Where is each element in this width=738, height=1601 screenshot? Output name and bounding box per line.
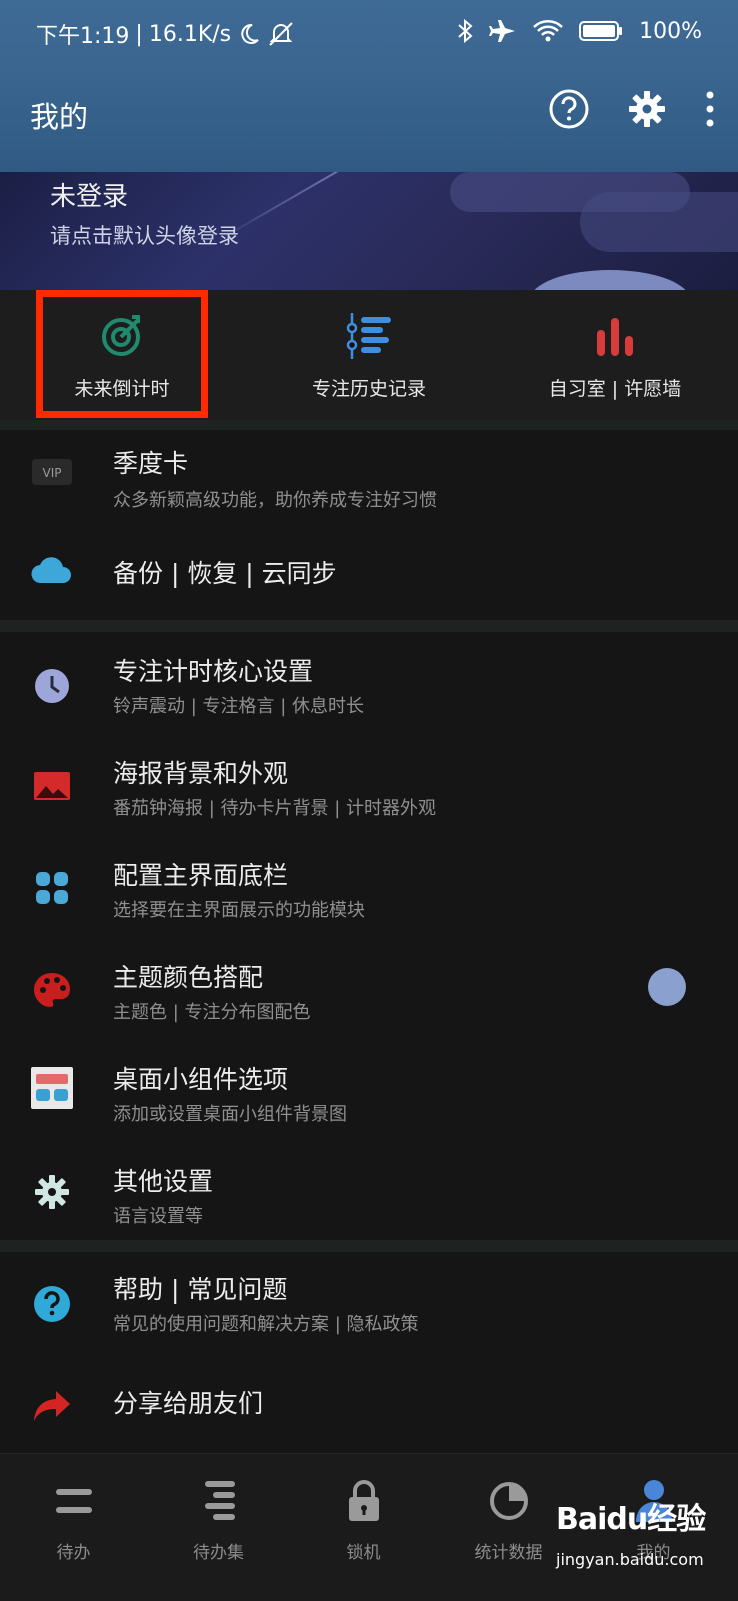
list-item-subtitle: 众多新颖高级功能，助你养成专注好习惯 — [113, 490, 437, 511]
palette-icon — [30, 968, 74, 1012]
clock-icon — [30, 664, 74, 708]
theme-color-swatch[interactable] — [648, 968, 686, 1006]
page-title: 我的 — [30, 100, 89, 134]
list-item-subtitle: 语言设置等 — [113, 1206, 203, 1227]
settings-gear-icon[interactable] — [626, 88, 668, 130]
tab-label: 统计数据 — [474, 1543, 543, 1563]
status-separator: | — [135, 21, 143, 47]
wifi-icon — [533, 20, 563, 42]
section-divider — [0, 1240, 738, 1252]
battery-icon — [579, 21, 623, 41]
list-item-title: 桌面小组件选项 — [113, 1065, 289, 1094]
list-item-desktop-widget[interactable]: 桌面小组件选项 添加或设置桌面小组件背景图 — [0, 1042, 738, 1144]
app-bar-actions — [548, 88, 716, 130]
grid-icon — [30, 866, 74, 910]
tab-lock[interactable]: 锁机 — [290, 1454, 437, 1601]
gear-icon — [30, 1170, 74, 1214]
todo-icon — [55, 1489, 92, 1513]
banner-shooting-star — [212, 172, 388, 244]
list-item-help[interactable]: 帮助 | 常见问题 常见的使用问题和解决方案 | 隐私政策 — [0, 1252, 738, 1354]
list-item-subtitle: 常见的使用问题和解决方案 | 隐私政策 — [113, 1314, 419, 1335]
quick-action-study-room[interactable]: 自习室 | 许愿墙 — [522, 290, 708, 420]
list-item-subtitle: 铃声震动 | 专注格言 | 休息时长 — [113, 696, 365, 717]
list-item-bottom-bar-config[interactable]: 配置主界面底栏 选择要在主界面展示的功能模块 — [0, 838, 738, 940]
share-icon — [30, 1384, 74, 1428]
quick-action-history[interactable]: 专注历史记录 — [276, 290, 462, 420]
section-divider — [0, 620, 738, 632]
watermark-url: jingyan.baidu.com — [556, 1550, 704, 1569]
more-vertical-icon[interactable] — [704, 88, 716, 130]
list-item-title: 其他设置 — [113, 1167, 214, 1196]
tab-label: 待办集 — [193, 1543, 244, 1563]
watermark-brand: Baidu经验 — [556, 1502, 706, 1537]
tab-label: 锁机 — [346, 1543, 381, 1563]
list-item-share[interactable]: 分享给朋友们 — [0, 1354, 738, 1456]
list-item-title: 帮助 | 常见问题 — [113, 1275, 288, 1304]
list-item-theme-color[interactable]: 主题颜色搭配 主题色 | 专注分布图配色 — [0, 940, 738, 1042]
widget-icon — [30, 1066, 74, 1110]
help-icon — [30, 1282, 74, 1326]
mute-bell-icon — [269, 22, 293, 46]
lock-icon — [348, 1480, 379, 1521]
app-bar: 我的 — [0, 66, 738, 172]
status-left: 下午1:19 | 16.1K/s — [36, 18, 295, 50]
list-item-subtitle: 添加或设置桌面小组件背景图 — [113, 1104, 347, 1125]
status-bar: 下午1:19 | 16.1K/s 100% — [0, 0, 738, 66]
status-time: 下午1:19 — [36, 24, 130, 49]
moon-icon — [241, 23, 259, 44]
airplane-icon — [489, 20, 516, 42]
list-item-subtitle: 选择要在主界面展示的功能模块 — [113, 900, 365, 921]
list-item-title: 分享给朋友们 — [113, 1389, 264, 1418]
list-item-title: 备份 | 恢复 | 云同步 — [113, 559, 337, 588]
quick-action-label: 自习室 | 许愿墙 — [548, 378, 682, 400]
battery-level: 100% — [639, 18, 702, 44]
status-net-speed: 16.1K/s — [148, 21, 232, 47]
section-divider — [0, 420, 738, 430]
list-item-title: 季度卡 — [113, 449, 189, 478]
help-circle-icon[interactable] — [548, 88, 590, 130]
list-item-title: 配置主界面底栏 — [113, 861, 289, 890]
image-icon — [30, 764, 74, 808]
login-hint: 请点击默认头像登录 — [50, 224, 239, 248]
list-item-timer-settings[interactable]: 专注计时核心设置 铃声震动 | 专注格言 | 休息时长 — [0, 634, 738, 736]
highlight-box — [36, 290, 208, 418]
cloud-icon — [30, 548, 74, 592]
list-item-other-settings[interactable]: 其他设置 语言设置等 — [0, 1144, 738, 1246]
list-item-subtitle: 番茄钟海报 | 待办卡片背景 | 计时器外观 — [113, 798, 437, 819]
svg-text:VIP: VIP — [43, 466, 62, 480]
list-item-title: 主题颜色搭配 — [113, 963, 264, 992]
bar-chart-icon — [597, 318, 633, 356]
tab-todo-set[interactable]: 待办集 — [145, 1454, 292, 1601]
list-item-title: 专注计时核心设置 — [113, 657, 314, 686]
tab-todo[interactable]: 待办 — [0, 1454, 147, 1601]
status-right: 100% — [457, 18, 702, 44]
list-item-season-card[interactable]: VIP 季度卡 众多新颖高级功能，助你养成专注好习惯 — [0, 430, 738, 532]
banner-planet — [530, 270, 690, 290]
tab-label: 待办 — [56, 1543, 91, 1563]
bluetooth-icon — [458, 18, 473, 44]
profile-banner[interactable]: 未登录 请点击默认头像登录 — [0, 172, 738, 290]
vip-icon: VIP — [30, 450, 74, 494]
todo-set-icon — [204, 1481, 235, 1520]
list-item-title: 海报背景和外观 — [113, 759, 289, 788]
quick-action-label: 专注历史记录 — [311, 378, 426, 400]
login-status: 未登录 — [50, 182, 129, 212]
list-item-backup[interactable]: 备份 | 恢复 | 云同步 — [0, 532, 738, 634]
list-item-subtitle: 主题色 | 专注分布图配色 — [113, 1002, 311, 1023]
banner-cloud — [580, 192, 738, 252]
timeline-list-icon — [346, 313, 391, 359]
pie-chart-icon — [489, 1482, 528, 1520]
baidu-watermark: Baidu经验 jingyan.baidu.com — [556, 1486, 734, 1594]
list-item-poster-appearance[interactable]: 海报背景和外观 番茄钟海报 | 待办卡片背景 | 计时器外观 — [0, 736, 738, 838]
